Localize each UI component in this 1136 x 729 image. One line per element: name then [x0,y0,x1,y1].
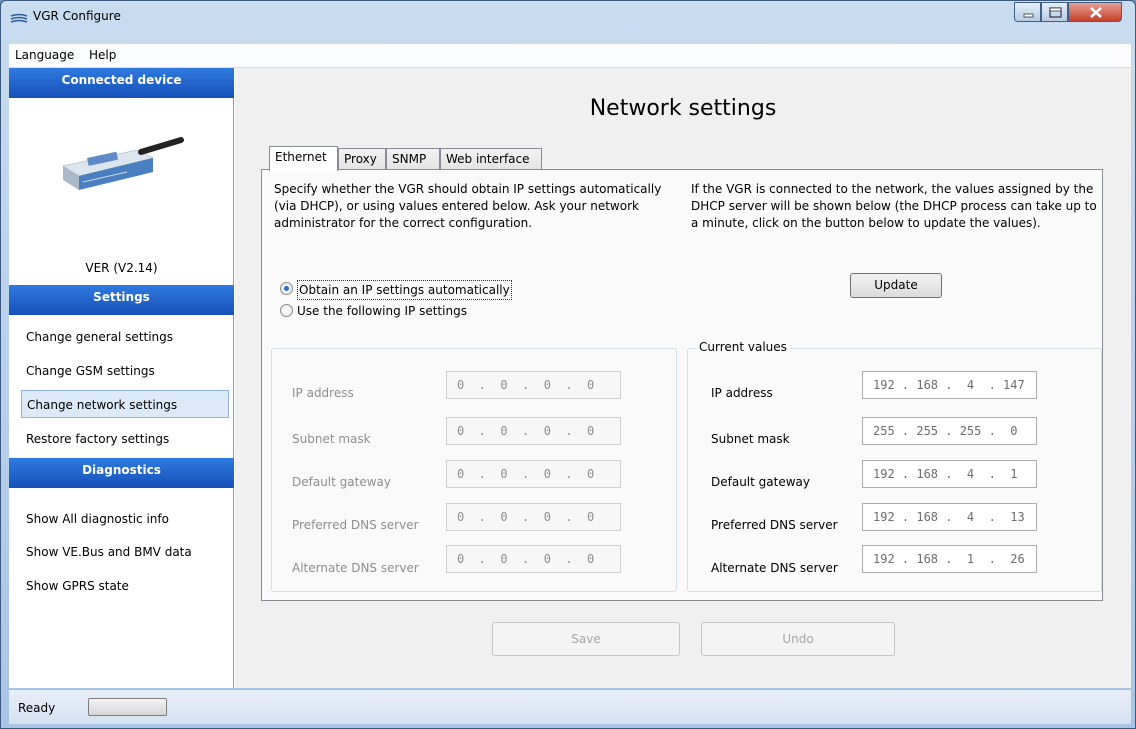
manual-preferred-dns-label: Preferred DNS server [292,518,419,532]
current-alternate-dns-field: 192 . 168 . 1 . 26 [862,545,1037,573]
client-area: Connected device VER (V2.14) Settings Ch… [9,68,1131,688]
sidebar-item-general[interactable]: Change general settings [9,323,234,351]
current-ip-field: 192 . 168 . 4 . 147 [862,371,1037,399]
manual-subnet-label: Subnet mask [292,432,371,446]
update-button[interactable]: Update [850,273,942,298]
maximize-icon [1049,7,1062,18]
radio-unchecked-icon [280,304,293,317]
main-panel: Network settings Ethernet Proxy SNMP Web… [235,68,1131,688]
status-text: Ready [18,701,56,715]
app-window: VGR Configure Language Help Connected de… [0,0,1136,729]
save-button[interactable]: Save [492,622,680,656]
manual-alternate-dns-label: Alternate DNS server [292,561,419,575]
window-title: VGR Configure [33,9,121,23]
title-bar[interactable]: VGR Configure [1,1,1135,37]
sidebar-item-gprs[interactable]: Show GPRS state [9,572,234,600]
tab-snmp[interactable]: SNMP [386,148,440,170]
current-alternate-dns-label: Alternate DNS server [711,561,838,575]
manual-gateway-field[interactable]: 0 . 0 . 0 . 0 [446,460,621,488]
settings-header: Settings [9,285,234,315]
current-ip-label: IP address [711,386,773,400]
current-values-title: Current values [696,340,790,354]
connected-device-header: Connected device [9,68,234,98]
radio-auto-label: Obtain an IP settings automatically [297,280,512,300]
minimize-button[interactable] [1014,2,1041,22]
sidebar-item-network[interactable]: Change network settings [21,390,229,418]
current-subnet-field: 255 . 255 . 255 . 0 [862,417,1037,445]
close-button[interactable] [1068,2,1122,22]
menu-language[interactable]: Language [15,48,74,62]
sidebar: Connected device VER (V2.14) Settings Ch… [9,68,234,688]
device-version: VER (V2.14) [85,261,158,275]
manual-ip-label: IP address [292,386,354,400]
page-title: Network settings [589,96,777,121]
tab-proxy[interactable]: Proxy [338,148,386,170]
manual-subnet-field[interactable]: 0 . 0 . 0 . 0 [446,417,621,445]
diagnostics-header: Diagnostics [9,458,234,488]
radio-manual-label: Use the following IP settings [297,304,467,318]
manual-ip-group: IP address 0 . 0 . 0 . 0 Subnet mask 0 .… [271,348,677,592]
menu-bar: Language Help [9,44,1131,68]
status-bar: Ready [9,689,1131,724]
undo-button[interactable]: Undo [701,622,895,656]
radio-checked-icon [280,282,293,295]
current-gateway-field: 192 . 168 . 4 . 1 [862,460,1037,488]
current-gateway-label: Default gateway [711,475,810,489]
current-preferred-dns-label: Preferred DNS server [711,518,838,532]
minimize-icon [1023,13,1034,18]
manual-gateway-label: Default gateway [292,475,391,489]
vgr-app-icon [10,13,28,23]
sidebar-item-gsm[interactable]: Change GSM settings [9,357,234,385]
tab-ethernet[interactable]: Ethernet [269,146,338,171]
manual-alternate-dns-field[interactable]: 0 . 0 . 0 . 0 [446,545,621,573]
tab-web-interface[interactable]: Web interface [440,148,542,170]
sidebar-item-diagnostic-info[interactable]: Show All diagnostic info [9,505,234,533]
current-subnet-label: Subnet mask [711,432,790,446]
ethernet-tab-panel: Specify whether the VGR should obtain IP… [261,169,1103,601]
status-progress-bar [88,698,167,716]
radio-obtain-auto[interactable]: Obtain an IP settings automatically [280,279,550,300]
current-values-group: Current values IP address 192 . 168 . 4 … [687,340,1102,592]
maximize-button[interactable] [1041,2,1068,22]
manual-preferred-dns-field[interactable]: 0 . 0 . 0 . 0 [446,503,621,531]
device-image [62,137,184,190]
close-icon [1090,7,1102,18]
sidebar-item-vebus-bmv[interactable]: Show VE.Bus and BMV data [9,538,234,566]
sidebar-item-restore[interactable]: Restore factory settings [9,425,234,453]
manual-ip-field[interactable]: 0 . 0 . 0 . 0 [446,371,621,399]
current-preferred-dns-field: 192 . 168 . 4 . 13 [862,503,1037,531]
dhcp-description: Specify whether the VGR should obtain IP… [274,182,662,230]
menu-help[interactable]: Help [89,48,116,62]
radio-use-following[interactable]: Use the following IP settings [280,301,500,321]
current-values-description: If the VGR is connected to the network, … [691,182,1097,230]
